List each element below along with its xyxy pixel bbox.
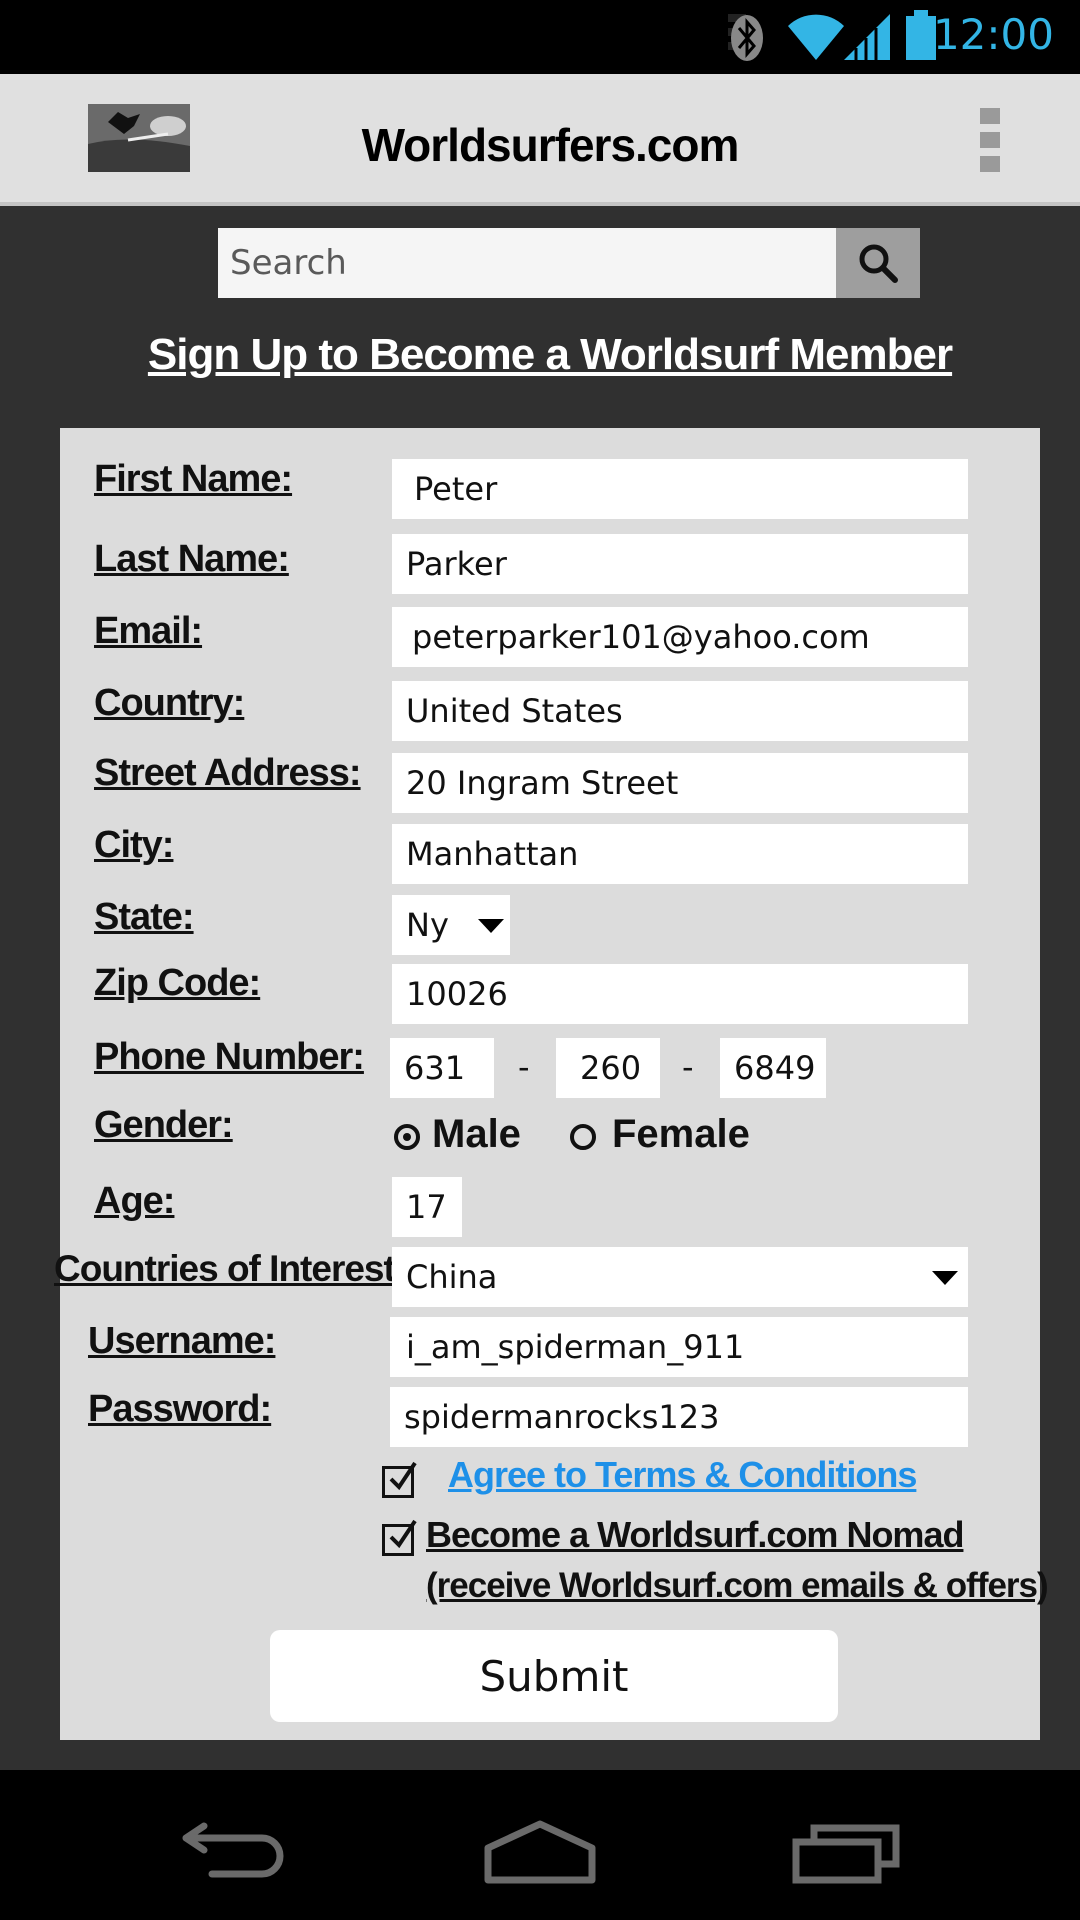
recent-apps-icon[interactable]	[792, 1820, 902, 1888]
gender-option-female: Female	[612, 1112, 750, 1156]
wifi-icon	[786, 12, 846, 66]
chevron-down-icon	[478, 919, 504, 933]
status-bar: 12:00	[0, 0, 1080, 74]
app-bar: Worldsurfers.com	[0, 74, 1080, 206]
phone-area-field[interactable]: 631	[390, 1038, 494, 1098]
checkmark-icon	[389, 1519, 417, 1549]
gender-label: Gender:	[94, 1104, 234, 1146]
last-name-field[interactable]: Parker	[392, 534, 968, 594]
terms-checkbox[interactable]	[382, 1461, 417, 1498]
clock: 12:00	[932, 10, 1054, 59]
terms-link[interactable]: Agree to Terms & Conditions	[448, 1454, 917, 1496]
zip-code-label: Zip Code:	[94, 962, 261, 1004]
username-field[interactable]: i_am_spiderman_911	[390, 1317, 968, 1377]
country-field[interactable]: United States	[392, 681, 968, 741]
phone-separator: -	[518, 1048, 530, 1086]
street-address-field[interactable]: 20 Ingram Street	[392, 753, 968, 813]
checkmark-icon	[389, 1461, 417, 1491]
city-label: City:	[94, 824, 174, 866]
street-address-label: Street Address:	[94, 752, 362, 794]
nomad-label-line2: (receive Worldsurf.com emails & offers)	[426, 1566, 1049, 1605]
email-field[interactable]: peterparker101@yahoo.com	[392, 607, 968, 667]
page-heading: Sign Up to Become a Worldsurf Member	[147, 330, 953, 379]
countries-of-interest-label: Countries of Interest:	[54, 1248, 407, 1289]
countries-of-interest-select[interactable]: China	[392, 1247, 968, 1307]
home-icon[interactable]	[484, 1820, 596, 1888]
search-icon	[859, 244, 898, 283]
chevron-down-icon	[932, 1271, 958, 1285]
state-label: State:	[94, 896, 195, 938]
password-field[interactable]: spidermanrocks123	[390, 1387, 968, 1447]
last-name-label: Last Name:	[94, 538, 290, 580]
bluetooth-icon	[730, 14, 764, 66]
overflow-menu-icon[interactable]	[980, 108, 1000, 172]
age-label: Age:	[94, 1180, 175, 1222]
submit-button[interactable]: Submit	[270, 1630, 838, 1722]
app-title: Worldsurfers.com	[361, 119, 740, 171]
username-label: Username:	[88, 1320, 276, 1362]
email-label: Email:	[94, 610, 203, 652]
phone-separator: -	[682, 1048, 694, 1086]
gender-radio-female[interactable]	[570, 1124, 596, 1150]
state-select[interactable]: Ny	[392, 895, 510, 955]
phone-number-label: Phone Number:	[94, 1036, 365, 1078]
search-button[interactable]	[836, 228, 920, 298]
nomad-label-line1: Become a Worldsurf.com Nomad	[426, 1514, 964, 1555]
back-icon[interactable]	[182, 1820, 292, 1884]
nomad-checkbox[interactable]	[382, 1519, 417, 1556]
gender-option-male: Male	[432, 1112, 521, 1156]
city-field[interactable]: Manhattan	[392, 824, 968, 884]
gender-radio-male[interactable]	[394, 1124, 420, 1150]
password-label: Password:	[88, 1388, 272, 1430]
zip-code-field[interactable]: 10026	[392, 964, 968, 1024]
navigation-bar	[0, 1770, 1080, 1920]
signal-icon	[842, 12, 892, 66]
first-name-label: First Name:	[94, 458, 293, 500]
first-name-field[interactable]: Peter	[392, 459, 968, 519]
age-field[interactable]: 17	[392, 1177, 462, 1237]
phone-line-field[interactable]: 6849	[720, 1038, 826, 1098]
countries-of-interest-value: China	[406, 1258, 498, 1296]
phone-prefix-field[interactable]: 260	[556, 1038, 660, 1098]
country-label: Country:	[94, 682, 245, 724]
state-value: Ny	[406, 906, 449, 944]
search-input[interactable]	[218, 228, 836, 298]
